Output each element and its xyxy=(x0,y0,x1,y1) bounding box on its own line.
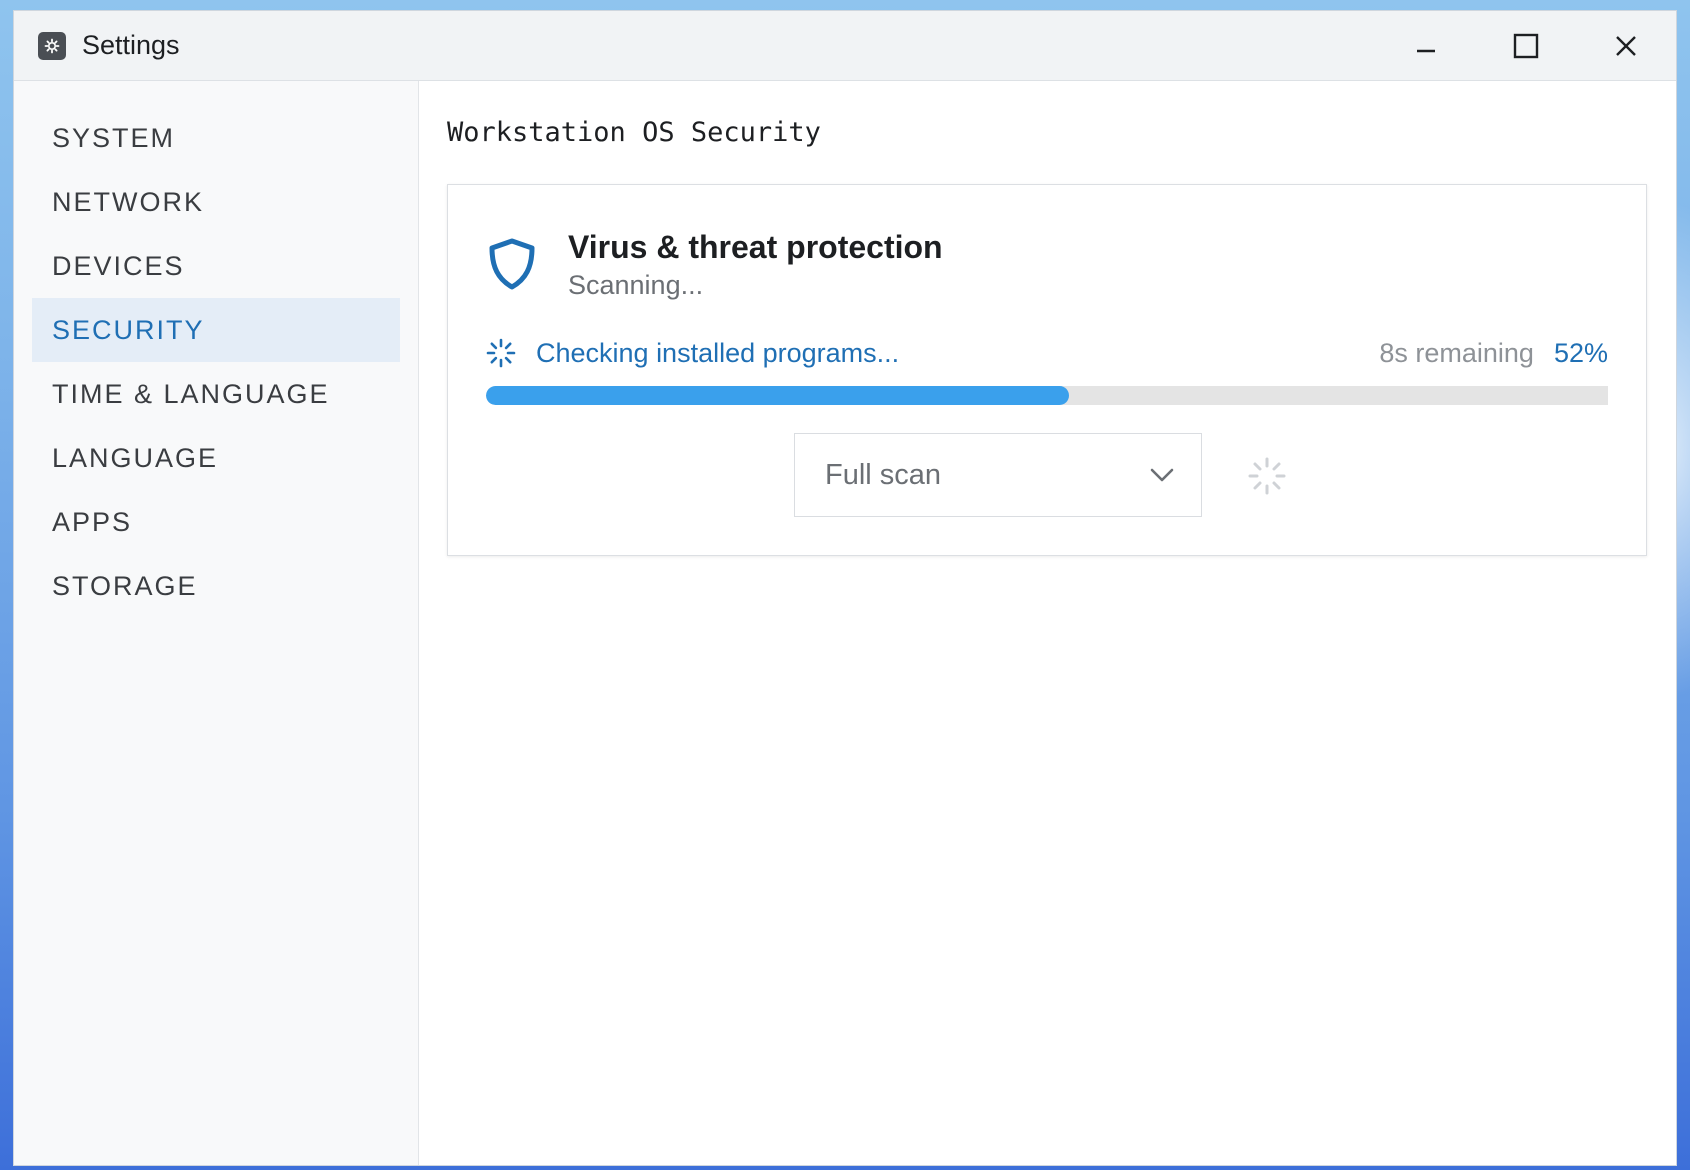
sidebar: SYSTEM NETWORK DEVICES SECURITY TIME & L… xyxy=(14,81,419,1165)
sidebar-item-security[interactable]: SECURITY xyxy=(32,298,400,362)
sidebar-item-storage[interactable]: STORAGE xyxy=(32,554,400,618)
desktop-background: Settings SYSTEM NETWORK DEVICES SECURITY… xyxy=(0,0,1690,1170)
minimize-button[interactable] xyxy=(1376,11,1476,80)
scan-status: Scanning... xyxy=(568,270,704,300)
scan-type-value: Full scan xyxy=(825,458,942,491)
loading-spinner-icon xyxy=(1248,457,1286,495)
scan-type-select[interactable]: Full scan xyxy=(794,433,1202,517)
progress-bar-fill xyxy=(486,386,1070,405)
close-icon xyxy=(1616,35,1636,56)
sidebar-item-language[interactable]: LANGUAGE xyxy=(32,426,400,490)
card-header: Virus & threat protection Scanning... xyxy=(486,227,943,303)
progress-bar xyxy=(486,386,1608,405)
maximize-button[interactable] xyxy=(1476,11,1576,80)
virus-protection-card: Virus & threat protection Scanning... Ch… xyxy=(447,184,1647,556)
gear-icon xyxy=(38,31,66,60)
chevron-down-icon xyxy=(1150,468,1174,482)
progress-row: Checking installed programs... 8s remain… xyxy=(486,333,1608,373)
window-title: Settings xyxy=(82,30,180,60)
maximize-icon xyxy=(1513,33,1539,58)
card-title: Virus & threat protection xyxy=(568,229,943,265)
window-body: SYSTEM NETWORK DEVICES SECURITY TIME & L… xyxy=(14,81,1676,1165)
sidebar-item-system[interactable]: SYSTEM xyxy=(32,106,400,170)
main-content: Workstation OS Security Virus & threat p… xyxy=(419,81,1676,1165)
minimize-icon xyxy=(1417,49,1435,52)
progress-percent: 52% xyxy=(1553,337,1608,368)
title-bar[interactable]: Settings xyxy=(14,11,1676,81)
shield-icon xyxy=(489,238,535,290)
settings-window: Settings SYSTEM NETWORK DEVICES SECURITY… xyxy=(13,10,1677,1166)
progress-label: Checking installed programs... xyxy=(536,337,900,368)
sidebar-item-time-language[interactable]: TIME & LANGUAGE xyxy=(32,362,400,426)
sidebar-item-apps[interactable]: APPS xyxy=(32,490,400,554)
spinner-icon xyxy=(486,338,516,368)
sidebar-item-network[interactable]: NETWORK xyxy=(32,170,400,234)
card-titles: Virus & threat protection Scanning... xyxy=(568,227,943,303)
page-title: Workstation OS Security xyxy=(447,117,821,148)
time-remaining: 8s remaining xyxy=(1379,337,1534,368)
sidebar-item-devices[interactable]: DEVICES xyxy=(32,234,400,298)
window-controls xyxy=(1376,11,1676,80)
close-button[interactable] xyxy=(1576,11,1676,80)
